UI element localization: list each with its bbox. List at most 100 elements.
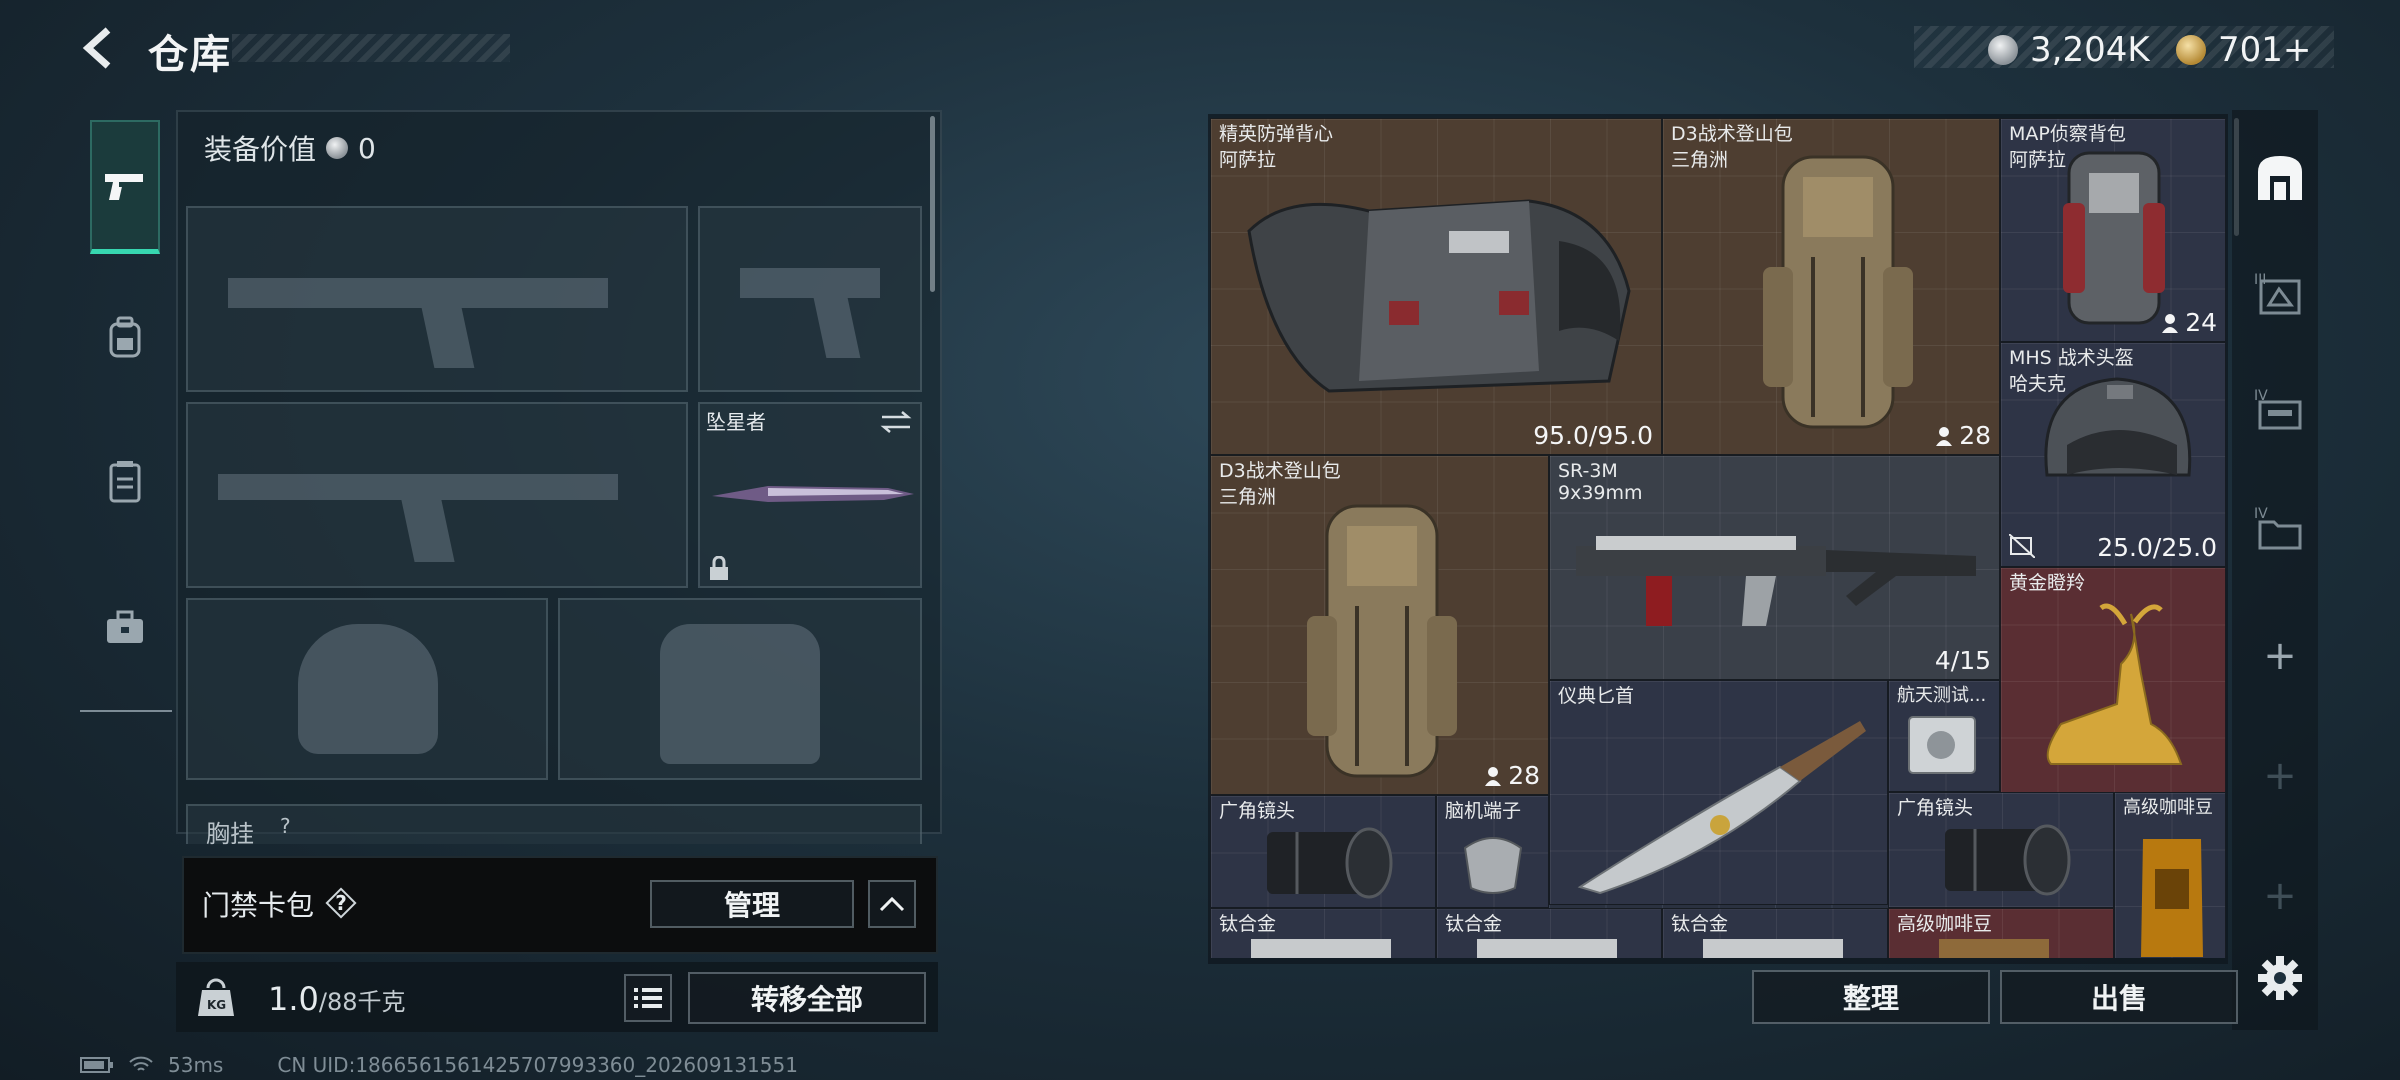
stash-item[interactable]: MHS 战术头盔 哈夫克 25.0/25.0 <box>2000 342 2226 567</box>
chest-rig-label: 胸挂 <box>206 820 254 848</box>
coffee-bag-icon <box>1939 939 2049 958</box>
back-button[interactable] <box>78 26 122 70</box>
vest-icon <box>109 461 141 503</box>
helmet-icon <box>2044 377 2192 477</box>
backpack-icon <box>1763 155 1913 429</box>
nav-vest[interactable] <box>90 414 160 548</box>
nav-divider <box>80 710 172 712</box>
stash-item[interactable]: MAP侦察背包 阿萨拉 24 <box>2000 118 2226 342</box>
helmet-slot[interactable] <box>186 598 548 780</box>
stash-item[interactable]: 航天测试... <box>1888 680 2000 792</box>
stash-item[interactable]: 脑机端子 <box>1436 795 1549 908</box>
person-icon <box>2162 313 2179 333</box>
chevron-up-icon <box>879 896 905 912</box>
titanium-ingot-icon <box>1703 939 1843 958</box>
stash-item[interactable]: 精英防弹背心 阿萨拉 95.0/95.0 <box>1210 118 1662 455</box>
list-icon <box>634 988 662 1008</box>
sidearm-slot[interactable] <box>698 206 922 392</box>
armor-silhouette-icon <box>660 624 820 764</box>
pistol-icon <box>105 173 143 200</box>
currency-gold[interactable]: 701+ <box>2176 30 2311 70</box>
add-tab-button[interactable]: + <box>2240 606 2320 706</box>
knife-item-icon <box>712 486 914 502</box>
equipment-value: 装备价值 0 <box>204 128 376 168</box>
sell-button[interactable]: 出售 <box>2000 970 2238 1024</box>
gold-amount: 701+ <box>2218 30 2312 70</box>
silver-coin-icon <box>1988 35 2018 65</box>
weight-icon: KG <box>196 976 236 1018</box>
sort-button[interactable]: 整理 <box>1752 970 1990 1024</box>
toolbox-icon <box>107 610 143 643</box>
silver-coin-icon <box>326 137 349 159</box>
chest-rig-slot[interactable]: 胸挂 ? <box>186 804 922 848</box>
gazelle-statue-icon <box>2046 603 2183 765</box>
title-stripe <box>232 34 510 62</box>
rifle-icon <box>1576 536 1976 626</box>
uid-text: CN UID:1866561561425707993360_2026091315… <box>277 1053 798 1077</box>
silver-amount: 3,204K <box>2030 30 2150 70</box>
rifle-silhouette-icon <box>218 474 618 500</box>
armor-slot[interactable] <box>558 598 922 780</box>
manage-button[interactable]: 管理 <box>650 880 854 928</box>
stash-item[interactable]: 仪典匕首 <box>1549 680 1888 905</box>
stash-item[interactable]: 钛合金 <box>1436 908 1662 958</box>
stash-item[interactable]: 高级咖啡豆 <box>2114 792 2226 958</box>
page-title: 仓库 <box>148 32 232 78</box>
armor-vest-icon <box>1247 199 1631 393</box>
settings-button[interactable] <box>2256 954 2304 1002</box>
gear-icon <box>2258 956 2302 1000</box>
currency-silver[interactable]: 3,204K <box>1988 30 2150 70</box>
titanium-ingot-icon <box>1251 939 1391 958</box>
rifle-silhouette-icon <box>228 278 608 308</box>
pistol-grip-shape <box>813 298 861 358</box>
help-icon[interactable]: ? <box>325 887 357 919</box>
add-tab-button-disabled: + <box>2263 873 2297 919</box>
nav-toolbox[interactable] <box>90 560 160 694</box>
gold-coin-icon <box>2176 35 2206 65</box>
secondary-weapon-slot[interactable] <box>186 402 688 588</box>
loadout-scrollbar[interactable] <box>930 116 935 292</box>
stash-item[interactable]: 高级咖啡豆 <box>1888 908 2114 958</box>
warehouse-icon <box>2258 156 2302 200</box>
stash-item[interactable]: 黄金瞪羚 <box>2000 567 2226 795</box>
stash-item[interactable]: SR-3M 9x39mm 4/15 <box>1549 455 2000 680</box>
tab-container-3[interactable]: III <box>2240 246 2320 346</box>
helmet-silhouette-icon <box>298 624 438 754</box>
status-bar: 53ms CN UID:1866561561425707993360_20260… <box>80 1053 798 1077</box>
nav-weapons[interactable] <box>90 120 160 254</box>
backpack-icon <box>109 316 141 358</box>
rifle-grip-shape <box>401 500 455 562</box>
stash-item[interactable]: 钛合金 <box>1662 908 1888 958</box>
latency: 53ms <box>168 1053 224 1077</box>
melee-slot[interactable]: 坠星者 <box>698 402 922 588</box>
keycard-label: 门禁卡包 <box>202 889 315 922</box>
stash-item[interactable]: D3战术登山包 三角洲 28 <box>1662 118 2000 455</box>
collapse-button[interactable] <box>868 880 916 928</box>
neural-terminal-icon <box>1463 837 1523 894</box>
person-icon <box>1485 766 1502 786</box>
equipment-value-amount: 0 <box>358 131 376 165</box>
titanium-ingot-icon <box>1477 939 1617 958</box>
primary-weapon-slot[interactable] <box>186 206 688 392</box>
disk-drive-icon <box>1908 716 1976 774</box>
stash-item[interactable]: 广角镜头 <box>1888 792 2114 908</box>
weight-max: /88千克 <box>318 988 406 1016</box>
stash-item[interactable]: D3战术登山包 三角洲 28 <box>1210 455 1549 795</box>
transfer-all-button[interactable]: 转移全部 <box>688 972 926 1024</box>
pistol-silhouette-icon <box>740 268 880 298</box>
equipment-value-label: 装备价值 <box>204 133 317 166</box>
stash-item[interactable]: 广角镜头 <box>1210 795 1436 908</box>
add-tab-button-disabled: + <box>2263 753 2297 799</box>
tab-container-4b[interactable]: IV <box>2240 482 2320 582</box>
nav-backpack[interactable] <box>90 270 160 404</box>
lock-icon <box>710 556 728 580</box>
rifle-grip-shape <box>421 308 475 368</box>
tab-stash[interactable] <box>2240 128 2320 228</box>
camera-lens-icon <box>1267 827 1393 899</box>
stash-item[interactable]: 钛合金 <box>1210 908 1436 958</box>
list-view-button[interactable] <box>624 974 672 1022</box>
no-repair-icon <box>2009 534 2035 558</box>
swap-icon[interactable] <box>880 410 912 434</box>
person-icon <box>1936 426 1953 446</box>
tab-container-4a[interactable]: IV <box>2240 364 2320 464</box>
